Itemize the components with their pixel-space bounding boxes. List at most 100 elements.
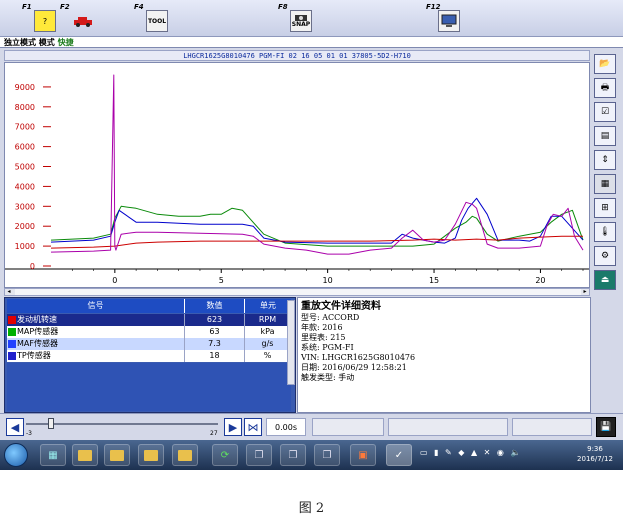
help-icon: ? [34, 10, 56, 32]
grid-button[interactable]: ▦ [594, 174, 616, 194]
play-forward-button[interactable]: ▶ [224, 418, 242, 436]
f2-vehicle-button[interactable]: F2 [58, 2, 104, 35]
taskbar-app-refresh[interactable]: ⟳ [212, 444, 238, 466]
f4-tool-button[interactable]: F4 TOOL [132, 2, 178, 35]
tools-icon: TOOL [146, 10, 168, 32]
chart-horizontal-scrollbar[interactable]: ◂ ▸ [4, 288, 590, 296]
document-icon: ▤ [600, 131, 610, 141]
signal-name: MAP传感器 [7, 326, 185, 338]
scroll-left-arrow-icon[interactable]: ◂ [5, 288, 13, 296]
print-button[interactable]: 🖶 [594, 78, 616, 98]
taskbar-folder-2[interactable] [104, 444, 130, 466]
taskbar-folder-4[interactable] [172, 444, 198, 466]
series-line-1 [50, 197, 584, 244]
taskbar-clock[interactable]: 9:36 2016/7/12 [570, 444, 620, 464]
detail-system: 系统: PGM-FI [301, 343, 354, 352]
signal-table: 信号 数值 单元 发动机转速 623 RPM MAP传感器 63 kPa MAF传感器 7.3… [4, 297, 296, 413]
x-tick-label: 10 [323, 276, 333, 285]
signal-name: MAF传感器 [7, 338, 185, 350]
series-line-2 [50, 235, 583, 249]
grid-icon: ▦ [600, 179, 610, 189]
f12-monitor-button[interactable]: F12 [424, 2, 470, 35]
signal-unit: kPa [245, 326, 291, 338]
function-key-toolbar: F1 ? F2 F4 TOOL F8 SNAP F12 [0, 0, 623, 37]
app-window: F1 ? F2 F4 TOOL F8 SNAP F12 独立模式 模式 快捷 L… [0, 0, 623, 470]
signal-value: 18 [185, 350, 245, 362]
open-folder-button[interactable]: 📂 [594, 54, 616, 74]
document-button[interactable]: ▤ [594, 126, 616, 146]
presentation-icon: ▣ [358, 449, 368, 461]
car-icon [72, 10, 94, 32]
y-tick-label: 3000 [15, 202, 35, 211]
signal-row[interactable]: MAF传感器 7.3 g/s [7, 338, 291, 350]
taskbar-folder-1[interactable] [72, 444, 98, 466]
y-tick-label: 8000 [15, 103, 35, 112]
taskbar-diagnostic-app[interactable]: ✓ [386, 444, 412, 466]
signal-color-swatch [8, 328, 16, 336]
start-button[interactable] [4, 443, 28, 467]
jump-marker-icon: ⋈ [247, 420, 259, 434]
signal-name: 发动机转速 [7, 314, 185, 326]
signal-table-header: 信号 数值 单元 [7, 299, 291, 313]
refresh-icon: ⟳ [220, 449, 230, 461]
f8-snapshot-button[interactable]: F8 SNAP [276, 2, 322, 35]
y-tick-label: 4000 [15, 182, 35, 191]
signal-value: 7.3 [185, 338, 245, 350]
playback-time: 0.00s [266, 418, 306, 436]
detail-vin: VIN: LHGCR1625G8010476 [301, 353, 416, 362]
play-backward-button[interactable]: ◀ [6, 418, 24, 436]
exit-icon: ⏏ [600, 275, 610, 285]
floppy-disk-icon: 💾 [600, 422, 612, 432]
signal-color-swatch [8, 340, 16, 348]
exit-button[interactable]: ⏏ [594, 270, 616, 290]
detail-trigger-type: 触发类型: 手动 [301, 373, 355, 382]
playback-slider[interactable]: -3 27 [26, 417, 218, 437]
taskbar-app-red[interactable]: ▣ [350, 444, 376, 466]
signal-unit: RPM [245, 314, 291, 326]
folder-icon [78, 449, 92, 461]
jump-to-marker-button[interactable]: ⋈ [244, 418, 262, 436]
slider-track [26, 423, 218, 425]
open-folder-icon: 📂 [599, 59, 611, 69]
window-icon: ❐ [322, 449, 332, 461]
system-tray[interactable]: ▭ ▮ ✎ ◆ ▲ ✕ ◉ 🔈 [420, 448, 522, 457]
y-tick-label: 6000 [15, 143, 35, 152]
marker-icon: ⊞ [601, 203, 609, 213]
taskbar-window-3[interactable]: ❐ [314, 444, 340, 466]
taskbar-window-2[interactable]: ❐ [280, 444, 306, 466]
window-icon: ❐ [288, 449, 298, 461]
scrollbar-track[interactable] [15, 289, 581, 295]
series-line-3 [50, 74, 584, 255]
detail-year: 年款: 2016 [301, 323, 343, 332]
temperature-button[interactable]: 🌡 [594, 222, 616, 242]
y-tick-label: 5000 [15, 163, 35, 172]
playback-bar: ◀ -3 27 ▶ ⋈ 0.00s 💾 [0, 413, 623, 440]
scroll-right-arrow-icon[interactable]: ▸ [581, 288, 589, 296]
marker-button[interactable]: ⊞ [594, 198, 616, 218]
signal-chart[interactable]: 0 1000 2000 3000 4000 5000 6000 7000 8000 9000 0 5 1… [4, 62, 590, 288]
settings-button[interactable]: ⚙ [594, 246, 616, 266]
play-left-icon: ◀ [10, 420, 20, 434]
y-tick-label: 0 [30, 262, 35, 271]
taskbar-window-1[interactable]: ❐ [246, 444, 272, 466]
signal-row[interactable]: TP传感器 18% [7, 350, 291, 362]
signal-color-swatch [8, 316, 16, 324]
slider-handle[interactable] [48, 418, 54, 429]
right-toolbar: 📂 🖶 ☑ ▤ ⇕ ▦ ⊞ 🌡 ⚙ ⏏ [593, 52, 617, 297]
signal-name: TP传感器 [7, 350, 185, 362]
taskbar-app-1[interactable]: ▦ [40, 444, 66, 466]
signal-row[interactable]: 发动机转速 623 RPM [7, 314, 291, 326]
x-tick-label: 5 [219, 276, 224, 285]
signal-table-scrollbar[interactable] [287, 300, 295, 385]
select-signals-button[interactable]: ☑ [594, 102, 616, 122]
list-check-icon: ☑ [600, 107, 610, 117]
signal-unit: % [245, 350, 291, 362]
scale-button[interactable]: ⇕ [594, 150, 616, 170]
save-button[interactable]: 💾 [596, 417, 616, 437]
status-box-2 [388, 418, 508, 436]
vehicle-info-header: LHGCR1625G8010476 PGM-FI 02 16 05 01 01 … [4, 50, 590, 61]
details-title: 重放文件详细资料 [301, 301, 381, 312]
signal-row[interactable]: MAP传感器 63 kPa [7, 326, 291, 338]
x-tick-label: 0 [112, 276, 117, 285]
taskbar-folder-3[interactable] [138, 444, 164, 466]
